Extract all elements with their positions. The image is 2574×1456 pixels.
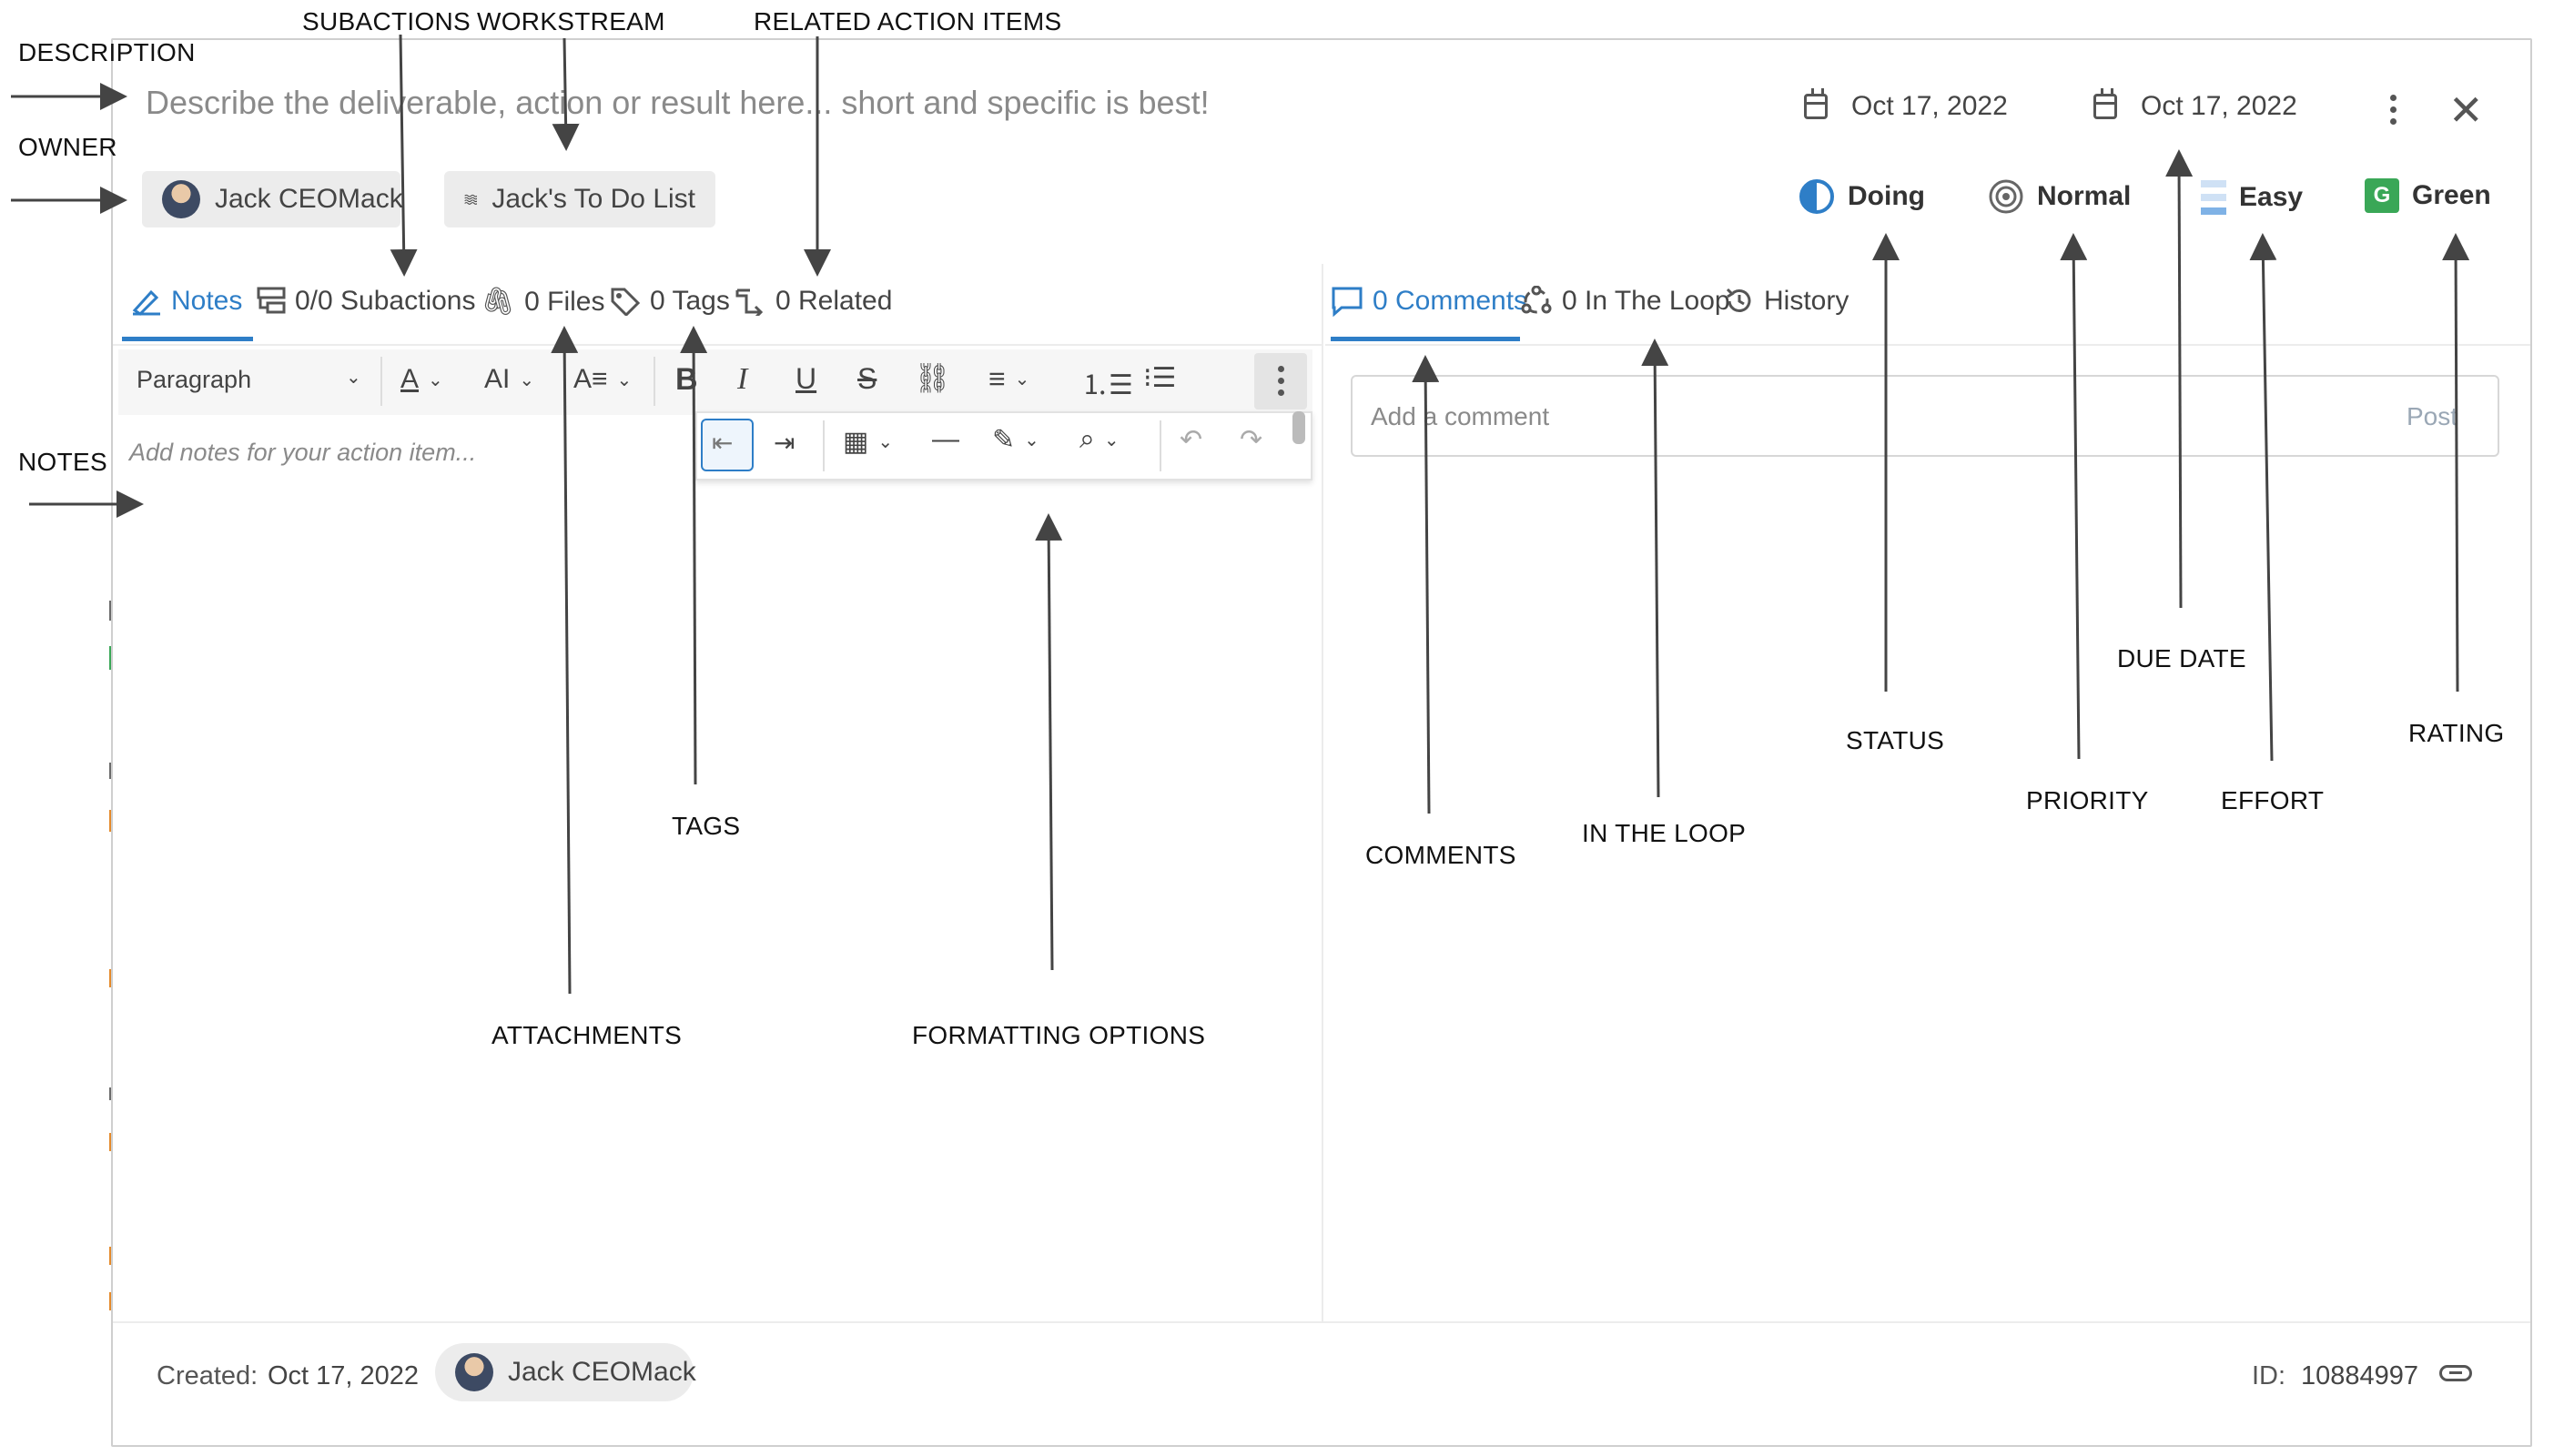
annotation-rating: RATING [2408,719,2505,747]
arrow-attachments [551,326,579,995]
annotation-notes: NOTES [18,448,107,476]
annotation-owner: OWNER [18,133,117,161]
annotation-workstream: WORKSTREAM [477,7,665,35]
arrow-comments [1412,355,1440,814]
arrow-rating [2442,233,2470,693]
annotation-related: RELATED ACTION ITEMS [754,7,1062,35]
annotation-description: DESCRIPTION [18,38,196,66]
annotation-effort: EFFORT [2221,786,2325,814]
annotation-attachments: ATTACHMENTS [491,1021,683,1049]
annotation-formatting: FORMATTING OPTIONS [912,1021,1206,1049]
annotation-tags: TAGS [672,812,741,840]
annotation-status: STATUS [1846,726,1945,754]
annotation-subactions: SUBACTIONS [302,7,471,35]
arrow-priority [2060,233,2088,760]
arrow-in-the-loop [1641,339,1669,798]
annotation-priority: PRIORITY [2026,786,2149,814]
arrow-due-date [2165,149,2194,609]
annotation-in-the-loop: IN THE LOOP [1582,819,1747,847]
arrow-formatting [1035,513,1063,971]
annotation-due-date: DUE DATE [2117,644,2246,672]
arrow-effort [2249,233,2277,762]
arrow-tags [680,326,708,785]
annotation-arrows [11,34,2470,995]
arrow-subactions [390,34,418,277]
arrow-workstream [552,37,580,151]
annotation-comments: COMMENTS [1365,841,1516,869]
